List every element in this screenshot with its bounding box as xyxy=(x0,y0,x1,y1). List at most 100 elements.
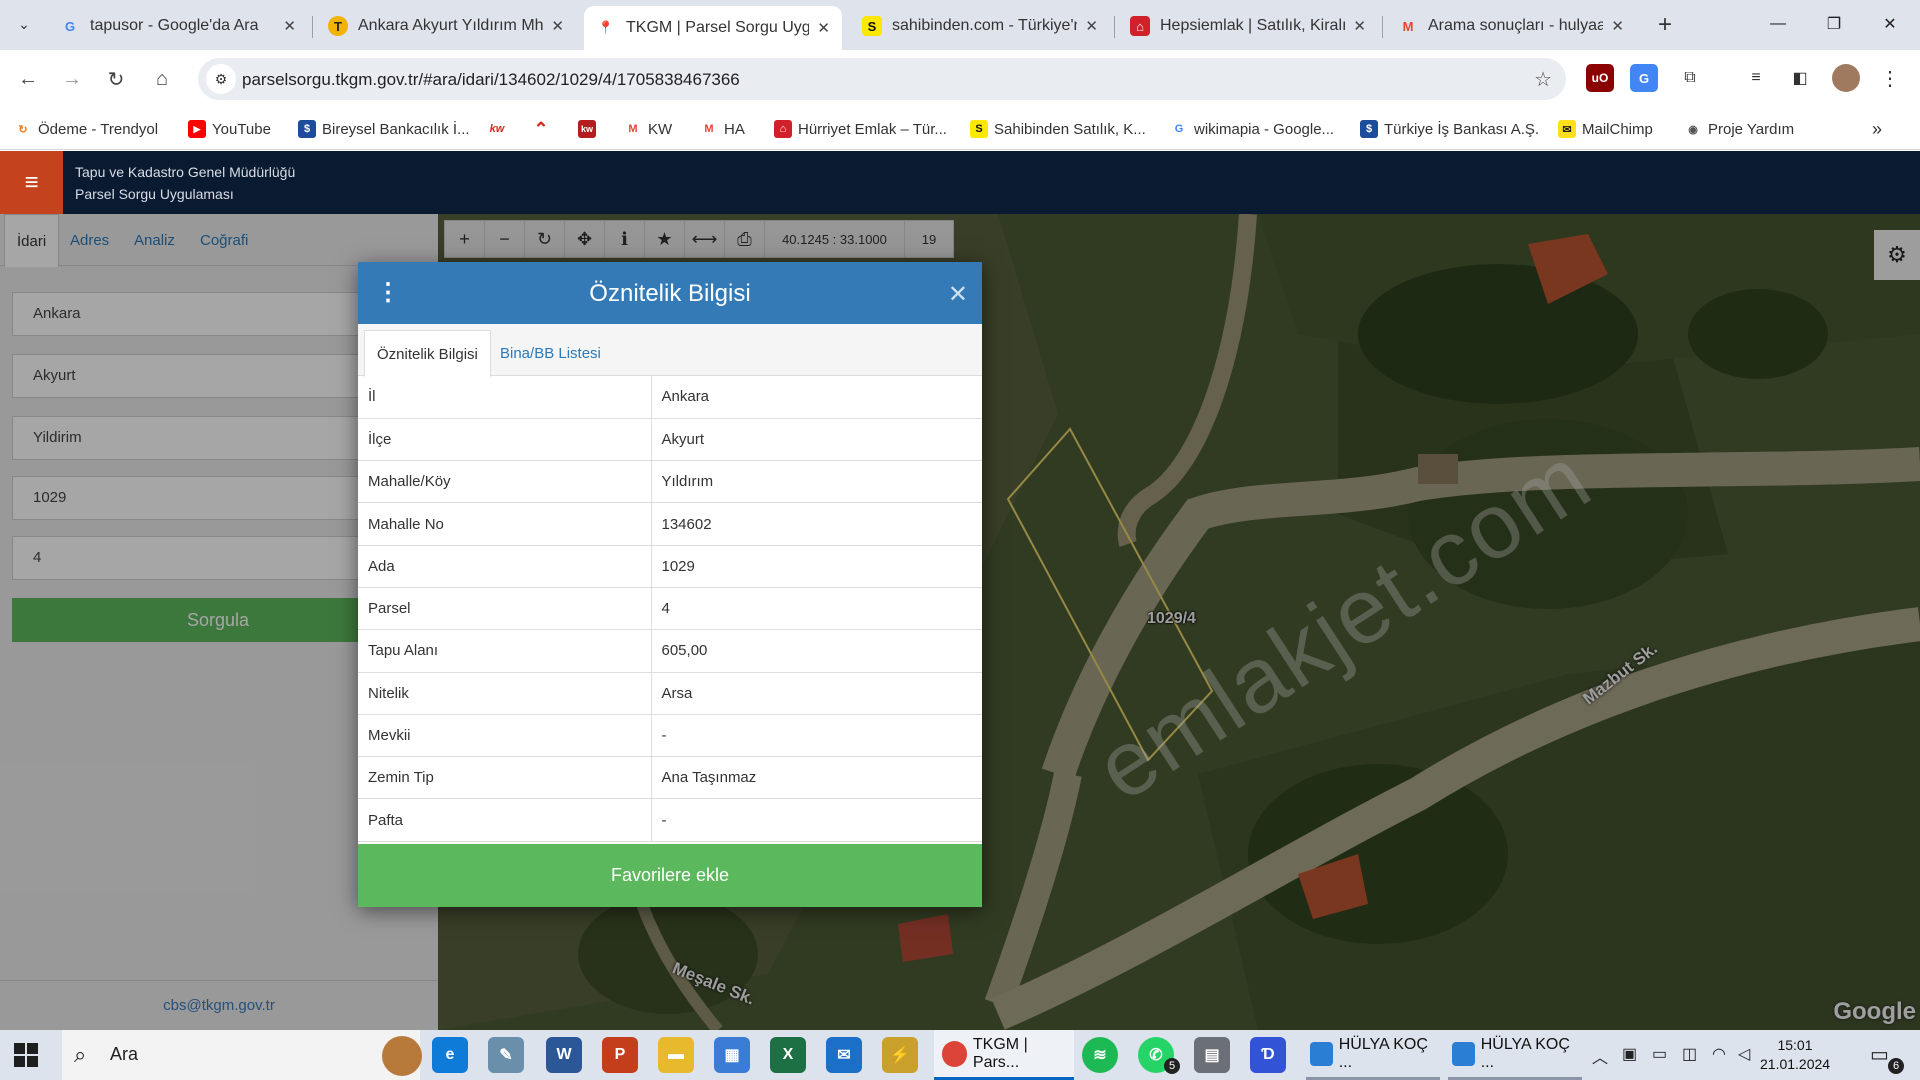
paint-app-icon[interactable]: ✎ xyxy=(488,1037,524,1073)
tab-title: tapusor - Google'da Ara xyxy=(90,17,259,34)
taskbar-chrome-window[interactable]: TKGM | Pars... xyxy=(934,1030,1074,1080)
gmail-icon: M xyxy=(628,123,638,135)
mail-icon[interactable]: ✉ xyxy=(826,1037,862,1073)
translate-icon[interactable]: G xyxy=(1630,64,1658,92)
ublock-icon[interactable]: uO xyxy=(1586,64,1614,92)
excel-icon[interactable]: X xyxy=(770,1037,806,1073)
google-icon: G xyxy=(64,18,76,34)
tab-divider xyxy=(312,16,313,38)
bookmark-mailchimp[interactable]: ✉ MailChimp xyxy=(1558,118,1653,140)
forward-arrow-icon[interactable]: → xyxy=(54,61,90,97)
taskbar-paint-window-2[interactable]: HÜLYA KOÇ ... xyxy=(1448,1030,1582,1080)
close-tab-icon[interactable]: ✕ xyxy=(1611,17,1624,35)
home-icon[interactable]: ⌂ xyxy=(144,61,180,97)
more-bookmarks-chevron-icon[interactable]: » xyxy=(1872,118,1882,140)
wifi-icon[interactable]: ◠ xyxy=(1712,1044,1726,1064)
system-clock[interactable]: 15:01 21.01.2024 xyxy=(1760,1036,1830,1074)
restore-button[interactable]: ❐ xyxy=(1806,0,1862,48)
tab-building-list[interactable]: Bina/BB Listesi xyxy=(488,330,613,376)
minimize-button[interactable]: — xyxy=(1750,0,1806,48)
bookmark-label: KW xyxy=(648,120,673,138)
profile-avatar[interactable] xyxy=(1832,64,1860,92)
bookmark-sahibinden[interactable]: S Sahibinden Satılık, K... xyxy=(970,118,1146,140)
close-tab-icon[interactable]: ✕ xyxy=(1353,17,1366,35)
edge-icon[interactable]: e xyxy=(432,1037,468,1073)
browser-tab-1[interactable]: G tapusor - Google'da Ara ✕ xyxy=(48,6,308,46)
kw-icon: kw xyxy=(578,120,596,138)
taskbar-search[interactable]: ⌕ Ara xyxy=(62,1030,422,1080)
tab-attribute-info[interactable]: Öznitelik Bilgisi xyxy=(364,330,491,377)
attribute-key: Zemin Tip xyxy=(358,756,652,800)
youtube-icon: ▶ xyxy=(188,120,206,138)
back-arrow-icon[interactable]: ← xyxy=(10,61,46,97)
hepsiemlak-icon: ⌂ xyxy=(1130,16,1150,36)
bookmark-isbank-personal[interactable]: $ Bireysel Bankacılık İ... xyxy=(298,118,470,140)
browser-tab-5[interactable]: ⌂ Hepsiemlak | Satılık, Kiralık ✕ xyxy=(1118,6,1378,46)
attribute-value: Ankara xyxy=(651,376,982,419)
bookmark-wikimapia[interactable]: G wikimapia - Google... xyxy=(1170,118,1334,140)
bookmark-trendyol[interactable]: ↻ Ödeme - Trendyol xyxy=(14,118,158,140)
reload-icon[interactable]: ↻ xyxy=(98,61,134,97)
bookmark-hurriyet-emlak[interactable]: ⌂ Hürriyet Emlak – Tür... xyxy=(774,118,947,140)
attribute-value: - xyxy=(651,798,982,842)
add-to-favorites-button[interactable]: Favorilere ekle xyxy=(358,844,982,907)
bookmark-gmail-kw[interactable]: M KW xyxy=(624,118,672,140)
calculator-icon[interactable]: ▤ xyxy=(1194,1037,1230,1073)
kebab-menu-icon[interactable]: ⋮ xyxy=(1876,64,1904,92)
attribute-key: Mahalle No xyxy=(358,502,652,546)
attribute-key: İlçe xyxy=(358,418,652,462)
app-title: Tapu ve Kadastro Genel Müdürlüğü Parsel … xyxy=(75,161,295,205)
spotify-icon[interactable]: ≋ xyxy=(1082,1037,1118,1073)
tab-search-button[interactable]: ⌄ xyxy=(8,8,40,40)
bookmark-kw-1[interactable]: kw xyxy=(488,118,512,140)
bookmark-youtube[interactable]: ▶ YouTube xyxy=(188,118,271,140)
address-bar[interactable]: ⚙ parselsorgu.tkgm.gov.tr/#ara/idari/134… xyxy=(198,58,1566,100)
close-tab-icon[interactable]: ✕ xyxy=(817,19,830,37)
chrome-icon xyxy=(942,1040,967,1067)
browser-tab-4[interactable]: S sahibinden.com - Türkiye'n ✕ xyxy=(850,6,1110,46)
bookmark-label: MailChimp xyxy=(1582,120,1653,138)
browser-tab-2[interactable]: T Ankara Akyurt Yıldırım Mh. ✕ xyxy=(316,6,576,46)
volume-icon[interactable]: ◁ xyxy=(1738,1044,1750,1064)
site-info-icon[interactable]: ⚙ xyxy=(206,64,236,94)
new-tab-button[interactable]: + xyxy=(1650,10,1680,40)
close-window-button[interactable]: ✕ xyxy=(1862,0,1918,48)
taskbar-paint-window-1[interactable]: HÜLYA KOÇ ... xyxy=(1306,1030,1440,1080)
notification-icon[interactable]: ▭ xyxy=(1870,1042,1889,1067)
bookmark-proje-yardim[interactable]: ◉ Proje Yardım xyxy=(1684,118,1794,140)
clock-date: 21.01.2024 xyxy=(1760,1056,1831,1072)
battery-icon[interactable]: ▭ xyxy=(1652,1044,1667,1064)
app-icon[interactable]: ⚡ xyxy=(882,1037,918,1073)
close-tab-icon[interactable]: ✕ xyxy=(283,17,296,35)
url-text[interactable]: parselsorgu.tkgm.gov.tr/#ara/idari/13460… xyxy=(242,70,740,90)
hamburger-menu-icon[interactable]: ≡ xyxy=(0,151,63,214)
bookmark-label: Proje Yardım xyxy=(1708,120,1795,138)
app-icon[interactable]: Ɗ xyxy=(1250,1037,1286,1073)
app-tray-icon[interactable]: ▣ xyxy=(1622,1044,1637,1064)
bookmark-hurriyet-1[interactable]: ⌃ xyxy=(532,118,556,140)
file-explorer-icon[interactable]: ▬ xyxy=(658,1037,694,1073)
paint-icon xyxy=(1452,1041,1475,1066)
powerpoint-icon[interactable]: P xyxy=(602,1037,638,1073)
browser-tab-6[interactable]: M Arama sonuçları - hulyaak ✕ xyxy=(1386,6,1636,46)
extensions-puzzle-icon[interactable]: ⧉ xyxy=(1676,64,1704,92)
side-panel-icon[interactable]: ◧ xyxy=(1786,64,1814,92)
bookmark-gmail-ha[interactable]: M HA xyxy=(700,118,744,140)
camera-icon[interactable]: ◫ xyxy=(1682,1044,1697,1064)
close-tab-icon[interactable]: ✕ xyxy=(1085,17,1098,35)
close-icon[interactable]: ✕ xyxy=(948,280,968,309)
media-controls-icon[interactable]: ≡ xyxy=(1742,64,1770,92)
bookmark-label: Sahibinden Satılık, K... xyxy=(994,120,1146,138)
windows-start-icon[interactable] xyxy=(14,1043,38,1067)
bookmark-isbank[interactable]: $ Türkiye İş Bankası A.Ş. xyxy=(1360,118,1539,140)
attribute-key: İl xyxy=(358,376,652,419)
table-row: Parsel 4 xyxy=(358,587,982,631)
browser-tab-3-active[interactable]: 📍 TKGM | Parsel Sorgu Uygul ✕ xyxy=(584,6,842,50)
attribute-value: Akyurt xyxy=(651,418,982,462)
bookmark-star-icon[interactable]: ☆ xyxy=(1534,67,1552,92)
chevron-up-icon[interactable]: ︿ xyxy=(1592,1044,1608,1068)
bookmark-kw-2[interactable]: kw xyxy=(578,118,602,140)
close-tab-icon[interactable]: ✕ xyxy=(551,17,564,35)
word-icon[interactable]: W xyxy=(546,1037,582,1073)
microsoft-store-icon[interactable]: ▦ xyxy=(714,1037,750,1073)
